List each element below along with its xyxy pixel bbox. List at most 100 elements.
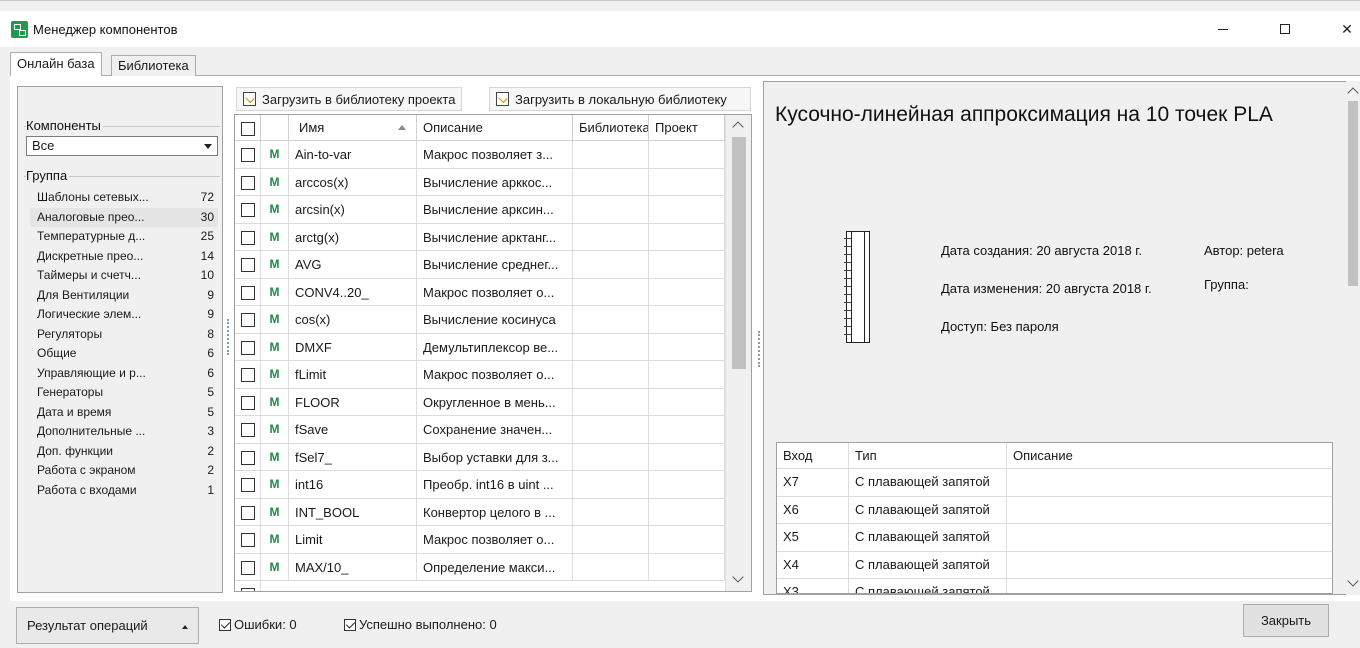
row-checkbox[interactable] <box>241 478 255 492</box>
group-item[interactable]: Таймеры и счетч... 10 <box>30 266 218 286</box>
group-item-count: 14 <box>200 248 214 263</box>
components-select[interactable]: Все <box>26 136 218 156</box>
row-checkbox[interactable] <box>241 533 255 547</box>
library-column-header[interactable]: Библиотека <box>573 115 649 141</box>
group-item[interactable]: Регуляторы 8 <box>30 325 218 345</box>
input-name: X6 <box>777 496 849 524</box>
group-item-count: 6 <box>207 346 214 360</box>
success-checkbox[interactable] <box>344 618 356 631</box>
row-checkbox[interactable] <box>241 175 255 190</box>
row-checkbox[interactable] <box>241 423 255 437</box>
close-window-button[interactable]: ✕ <box>1324 11 1360 47</box>
row-checkbox[interactable] <box>241 395 255 410</box>
group-item[interactable]: Работа с экраном 2 <box>30 461 218 481</box>
table-row[interactable]: M FLOOR Округленное в мень... <box>235 388 725 416</box>
description-column-header[interactable]: Описание <box>417 115 573 141</box>
component-name: arcsin(x) <box>289 196 417 223</box>
group-item[interactable]: Работа с входами 1 <box>30 481 218 501</box>
table-row[interactable]: M MAX/10_ Определение макси... <box>235 553 725 581</box>
scroll-thumb[interactable] <box>1348 101 1358 286</box>
errors-checkbox[interactable] <box>219 618 231 631</box>
left-splitter[interactable] <box>227 319 229 355</box>
tab-online-base[interactable]: Онлайн база <box>10 52 102 76</box>
group-item[interactable]: Логические элем... 9 <box>30 305 218 325</box>
scroll-down-icon[interactable] <box>1347 575 1359 587</box>
name-column-header[interactable]: Имя <box>289 115 417 141</box>
chevron-down-icon <box>204 144 212 149</box>
group-item[interactable]: Доп. функции 2 <box>30 442 218 462</box>
load-to-local-library-label: Загрузить в локальную библиотеку <box>515 91 727 107</box>
table-row[interactable]: MfSel7_ Выбор уставки для з... <box>235 443 725 471</box>
operation-results-button[interactable]: Результат операций <box>16 607 199 644</box>
minimize-button[interactable] <box>1200 11 1246 47</box>
scroll-thumb[interactable] <box>732 137 746 369</box>
input-row[interactable]: X5 С плавающей запятой <box>777 524 1332 552</box>
group-item[interactable]: Для Вентиляции 9 <box>30 286 218 306</box>
table-row[interactable]: Mint16 Преобр. int16 в uint ... <box>235 471 725 499</box>
table-row[interactable]: MfLimit Макрос позволяет о... <box>235 361 725 389</box>
input-row[interactable]: X3 С плавающей запятой <box>777 579 1332 593</box>
table-row[interactable]: M Ain-to-var Макрос позволяет з... <box>235 141 725 169</box>
row-checkbox[interactable] <box>241 340 255 355</box>
group-item[interactable]: Дополнительные ... 3 <box>30 422 218 442</box>
select-all-checkbox[interactable] <box>241 122 255 136</box>
row-checkbox[interactable] <box>241 588 255 591</box>
group-item[interactable]: Дата и время 5 <box>30 403 218 423</box>
grid-scrollbar[interactable] <box>725 115 751 591</box>
group-item[interactable]: Аналоговые прео... 30 <box>30 207 218 227</box>
type-column-header[interactable]: Тип <box>849 443 1007 470</box>
tab-library[interactable]: Библиотека <box>111 55 196 76</box>
row-checkbox[interactable] <box>241 148 255 162</box>
table-row[interactable]: Marccos(x) Вычисление арккос... <box>235 168 725 196</box>
table-row[interactable]: Marcsin(x) Вычисление арксин... <box>235 196 725 224</box>
right-splitter[interactable] <box>758 331 760 367</box>
group-item[interactable]: Общие 6 <box>30 344 218 364</box>
table-row[interactable]: Marctg(x) Вычисление арктанг... <box>235 223 725 251</box>
component-name: arctg(x) <box>289 223 417 251</box>
scroll-up-icon[interactable] <box>732 121 744 133</box>
project-column-header[interactable]: Проект <box>649 115 725 141</box>
row-checkbox[interactable] <box>241 505 255 520</box>
sort-ascending-icon <box>398 125 406 130</box>
input-row[interactable]: X7 С плавающей запятой <box>777 469 1332 497</box>
input-row[interactable]: X4 С плавающей запятой <box>777 551 1332 579</box>
row-checkbox[interactable] <box>241 258 255 272</box>
component-description: Преобр. int16 в uint ... <box>417 471 573 498</box>
table-row[interactable] <box>235 581 725 591</box>
row-checkbox[interactable] <box>241 313 255 327</box>
table-row[interactable]: M INT_BOOL Конвертор целого в ... <box>235 498 725 526</box>
group-item[interactable]: Шаблоны сетевых... 72 <box>30 188 218 208</box>
row-checkbox[interactable] <box>241 560 255 575</box>
maximize-button[interactable] <box>1262 11 1308 47</box>
row-checkbox[interactable] <box>241 368 255 382</box>
row-checkbox[interactable] <box>241 230 255 245</box>
group-item[interactable]: Дискретные прео... 14 <box>30 247 218 267</box>
errors-filter[interactable]: Ошибки: 0 <box>219 617 297 632</box>
table-row[interactable]: Mcos(x) Вычисление косинуса <box>235 306 725 334</box>
component-name: fSave <box>289 416 417 443</box>
block-pin <box>844 302 851 303</box>
row-checkbox[interactable] <box>241 285 255 300</box>
table-row[interactable]: M DMXF Демультиплексор ве... <box>235 333 725 361</box>
load-to-project-library-button[interactable]: Загрузить в библиотеку проекта <box>236 87 463 111</box>
scroll-up-icon[interactable] <box>1347 87 1359 99</box>
group-item[interactable]: Управляющие и р... 6 <box>30 364 218 384</box>
input-description-column-header[interactable]: Описание <box>1007 443 1332 470</box>
group-item[interactable]: Температурные д... 25 <box>30 227 218 247</box>
table-row[interactable]: M CONV4..20_ Макрос позволяет о... <box>235 278 725 306</box>
component-description: Конвертор целого в ... <box>417 498 573 526</box>
load-to-local-library-button[interactable]: Загрузить в локальную библиотеку <box>489 87 751 111</box>
row-checkbox[interactable] <box>241 450 255 465</box>
input-column-header[interactable]: Вход <box>777 443 849 470</box>
close-button[interactable]: Закрыть <box>1243 604 1329 637</box>
group-item[interactable]: Генераторы 5 <box>30 383 218 403</box>
detail-scrollbar[interactable] <box>1346 81 1360 595</box>
table-row[interactable]: M AVG Вычисление среднег... <box>235 251 725 279</box>
scroll-down-icon[interactable] <box>732 571 744 583</box>
table-row[interactable]: M Limit Макрос позволяет о... <box>235 526 725 554</box>
project-cell <box>649 333 725 361</box>
input-row[interactable]: X6 С плавающей запятой <box>777 496 1332 524</box>
table-row[interactable]: MfSave Сохранение значен... <box>235 416 725 444</box>
row-checkbox[interactable] <box>241 203 255 217</box>
success-filter[interactable]: Успешно выполнено: 0 <box>344 617 497 632</box>
